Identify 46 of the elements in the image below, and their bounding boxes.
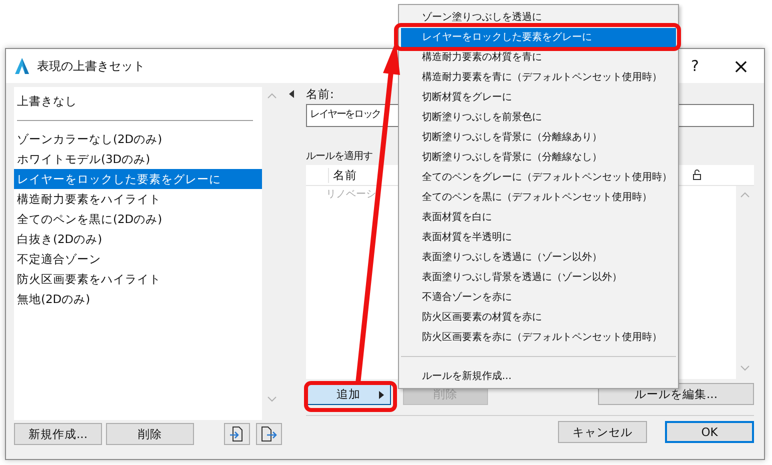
window-title: 表現の上書きセット: [37, 58, 145, 74]
export-button[interactable]: [256, 423, 282, 445]
menu-item[interactable]: 切断塗りつぶしを背景に（分離線なし）: [399, 148, 678, 168]
list-item[interactable]: ゾーンカラーなし(2Dのみ): [14, 129, 262, 149]
ok-button[interactable]: OK: [665, 421, 754, 443]
list-item[interactable]: レイヤーをロックした要素をグレーに: [14, 169, 262, 189]
menu-item[interactable]: 表面材質を半透明に: [399, 228, 678, 248]
menu-item[interactable]: 切断塗りつぶしを背景に（分離線あり）: [399, 128, 678, 148]
cancel-button[interactable]: キャンセル: [558, 421, 647, 443]
menu-item[interactable]: レイヤーをロックした要素をグレーに: [401, 28, 676, 48]
menu-item[interactable]: ゾーン塗りつぶしを透過に: [399, 8, 678, 28]
close-button[interactable]: ×: [718, 49, 764, 83]
column-header[interactable]: 名前: [328, 168, 357, 182]
rules-label: ルールを適用す: [306, 150, 372, 163]
list-item[interactable]: 構造耐力要素をハイライト: [14, 189, 262, 209]
menu-item[interactable]: 不適合ゾーンを赤に: [399, 288, 678, 308]
list-item[interactable]: 全てのペンを黒に(2Dのみ): [14, 209, 262, 229]
lock-icon: [692, 169, 702, 181]
scroll-down-icon[interactable]: [740, 365, 750, 371]
scroll-up-icon[interactable]: [740, 192, 750, 198]
app-logo-icon: [14, 57, 30, 75]
list-item[interactable]: 不定適合ゾーン: [14, 249, 262, 269]
menu-item[interactable]: 全てのペンを黒に（デフォルトペンセット使用時）: [399, 188, 678, 208]
export-icon: [260, 426, 278, 442]
menu-item[interactable]: 切断塗りつぶしを前景色に: [399, 108, 678, 128]
caret-icon: [379, 391, 384, 399]
list-item[interactable]: 上書きなし: [14, 91, 262, 111]
menu-item[interactable]: 表面塗りつぶし背景を透過に（ゾーン以外）: [399, 268, 678, 288]
list-button[interactable]: 削除: [106, 423, 194, 445]
list-item[interactable]: ホワイトモデル(3Dのみ): [14, 149, 262, 169]
menu-item[interactable]: 表面塗りつぶしを透過に（ゾーン以外）: [399, 248, 678, 268]
menu-item[interactable]: 切断材質をグレーに: [399, 88, 678, 108]
list-item[interactable]: 無地(2Dのみ): [14, 289, 262, 309]
menu-item[interactable]: 表面材質を白に: [399, 208, 678, 228]
list-item[interactable]: 白抜き(2Dのみ): [14, 229, 262, 249]
scroll-down-icon[interactable]: [267, 396, 277, 402]
import-button[interactable]: [224, 423, 250, 445]
menu-item[interactable]: 防火区画要素の材質を赤に: [399, 308, 678, 328]
scroll-up-icon[interactable]: [267, 93, 277, 99]
collapse-icon[interactable]: [289, 90, 295, 98]
list-item[interactable]: 防火区画要素をハイライト: [14, 269, 262, 289]
menu-item[interactable]: 全てのペンをグレーに（デフォルトペンセット使用時）: [399, 168, 678, 188]
import-icon: [229, 426, 245, 442]
menu-item[interactable]: 防火区画要素を赤に（デフォルトペンセット使用時）: [399, 328, 678, 348]
name-label: 名前:: [306, 87, 334, 102]
list-button[interactable]: 新規作成...: [14, 423, 102, 445]
